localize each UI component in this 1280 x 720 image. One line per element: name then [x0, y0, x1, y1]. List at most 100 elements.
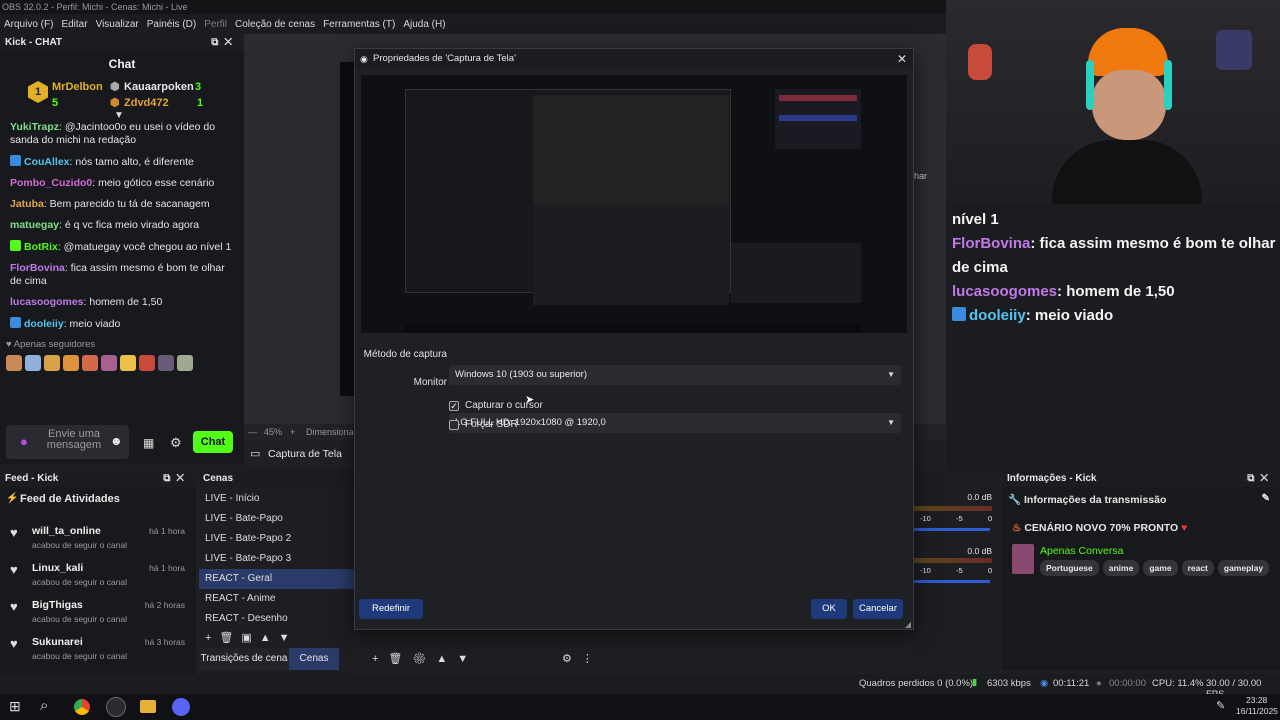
store-icon[interactable]: ▦ — [143, 436, 154, 450]
network-icon[interactable]: ✎ — [1216, 699, 1225, 712]
dock-controls[interactable]: ⧉✕ — [211, 34, 238, 51]
chat-username[interactable]: CouAllex — [24, 156, 70, 168]
sources-toolbar[interactable]: +🗑⚙▲▼ — [372, 652, 478, 665]
nested-preview — [405, 323, 861, 333]
mic-icon[interactable]: ● — [20, 434, 28, 449]
ok-button[interactable]: OK — [811, 599, 847, 619]
obs-icon[interactable] — [106, 697, 126, 717]
emote-icon[interactable] — [6, 355, 22, 371]
menu-editar[interactable]: Editar — [57, 19, 91, 30]
force-sdr-checkbox[interactable] — [449, 419, 459, 430]
scene-item[interactable]: LIVE - Início — [199, 489, 354, 509]
chrome-icon[interactable] — [74, 699, 90, 715]
volume-slider[interactable] — [914, 580, 990, 583]
menu-perfil[interactable]: Perfil — [200, 19, 231, 30]
chat-input[interactable]: ● Envie uma mensagem ☻ — [6, 425, 129, 459]
chat-dock-header: Kick - CHAT — [5, 37, 63, 48]
resize-grip-icon[interactable]: ◢ — [905, 620, 911, 629]
emote-icon[interactable] — [120, 355, 136, 371]
chat-username[interactable]: Jatuba — [10, 198, 44, 210]
menu-ajuda[interactable]: Ajuda (H) — [399, 19, 449, 30]
windows-start-icon[interactable]: ⊞ — [9, 698, 21, 715]
feed-title: Feed de Atividades — [20, 493, 120, 505]
minus-icon[interactable]: — — [248, 424, 257, 440]
scene-item[interactable]: LIVE - Bate-Papo — [199, 509, 354, 529]
mixer-toolbar[interactable]: ⚙⋮ — [562, 652, 603, 665]
volume-slider[interactable] — [914, 528, 990, 531]
chat-username[interactable]: FlorBovina — [10, 262, 65, 274]
scene-item[interactable]: REACT - Anime — [199, 589, 354, 609]
scene-toolbar[interactable]: +🗑▣▲▼ — [199, 629, 354, 644]
scene-item[interactable]: LIVE - Bate-Papo 3 — [199, 549, 354, 569]
chat-username[interactable]: dooleiiy — [24, 318, 64, 330]
category-name[interactable]: Apenas Conversa — [1040, 545, 1123, 557]
signal-icon: ▮ — [972, 677, 978, 688]
chat-username[interactable]: lucasoogomes — [10, 296, 84, 308]
close-icon[interactable]: ✕ — [897, 49, 907, 69]
chat-username[interactable]: Pombo_Cuzido0 — [10, 177, 92, 189]
badge-icon — [10, 155, 21, 166]
emote-icon[interactable] — [44, 355, 60, 371]
feed-item[interactable]: ♥ BigThigas acabou de seguir o canal há 2 h… — [0, 589, 196, 625]
leader-third-name: Zdvd472 — [124, 97, 169, 109]
clock-date[interactable]: 16/11/2025 — [1236, 706, 1278, 716]
monitor-label: Monitor — [413, 377, 447, 388]
capture-cursor-checkbox[interactable]: ✓ — [449, 400, 459, 411]
chat-username[interactable]: matuegay — [10, 219, 59, 231]
force-sdr-row[interactable]: Forçar SDR — [449, 419, 518, 430]
clock-time[interactable]: 23:28 — [1246, 695, 1267, 705]
emote-icon[interactable] — [139, 355, 155, 371]
method-label-wrap: Método de captura — [361, 349, 447, 360]
overlay-message: lucasoogomes: homem de 1,50 — [946, 280, 1280, 304]
status-bar: Quadros perdidos 0 (0.0%) ▮ 6303 kbps ◉ … — [0, 674, 1280, 700]
overlay-username: lucasoogomes — [952, 283, 1058, 300]
plus-icon[interactable]: + — [290, 424, 295, 440]
emote-icon[interactable] — [25, 355, 41, 371]
discord-icon[interactable] — [172, 698, 190, 716]
emote-icon[interactable] — [63, 355, 79, 371]
emote-icon[interactable] — [82, 355, 98, 371]
search-icon[interactable]: ⌕ — [40, 697, 48, 714]
emote-icon[interactable] — [177, 355, 193, 371]
dock-controls[interactable]: ⧉✕ — [163, 470, 190, 487]
scene-item[interactable]: REACT - Geral — [199, 569, 354, 589]
emoji-icon[interactable]: ☻ — [110, 434, 123, 448]
chat-leaderboard: 1 MrDelbon 5 ⬢ Kauaarpoken 3 ⬢ Zdvd472 1… — [0, 77, 244, 121]
feed-item[interactable]: ♥ will_ta_online acabou de seguir o canal h… — [0, 515, 196, 551]
figure-decor — [1216, 30, 1252, 70]
chat-username[interactable]: BotRix — [24, 241, 58, 253]
properties-dialog: ◉ Propriedades de 'Captura de Tela' ✕ Méto… — [354, 48, 914, 630]
scene-item[interactable]: LIVE - Bate-Papo 2 — [199, 529, 354, 549]
tab-scenes[interactable]: Cenas — [289, 648, 339, 670]
edit-icon[interactable]: ✎ — [1262, 493, 1270, 504]
chat-username[interactable]: YukiTrapz — [10, 121, 59, 133]
method-value: Windows 10 (1903 ou superior) — [455, 369, 588, 380]
feed-item[interactable]: ♥ Sukunarei acabou de seguir o canal há 3 h… — [0, 626, 196, 662]
overlay-text: : meio viado — [1025, 307, 1114, 324]
gear-icon[interactable]: ⚙ — [170, 435, 182, 451]
menu-arquivo[interactable]: Arquivo (F) — [0, 19, 57, 30]
emote-icon[interactable] — [158, 355, 174, 371]
menu-ferramentas[interactable]: Ferramentas (T) — [319, 19, 399, 30]
menu-paineis[interactable]: Painéis (D) — [143, 19, 200, 30]
scene-item[interactable]: REACT - Desenho — [199, 609, 354, 629]
overlay-chat: nível 1 FlorBovina: fica assim mesmo é bo… — [946, 204, 1280, 470]
reset-button[interactable]: Redefinir — [359, 599, 423, 619]
monitor-label-wrap: Monitor — [361, 377, 447, 388]
feed-item[interactable]: ♥ Linux_kali acabou de seguir o canal há 1 … — [0, 552, 196, 588]
chat-text: : Bem parecido tu tá de sacanagem — [43, 198, 210, 210]
expand-icon[interactable]: ▼ — [114, 110, 124, 121]
emote-icon[interactable] — [101, 355, 117, 371]
folder-icon[interactable] — [140, 700, 156, 713]
menu-colecao[interactable]: Coleção de cenas — [231, 19, 319, 30]
chat-send-button[interactable]: Chat — [193, 431, 233, 453]
monitor-icon: ▭ — [250, 448, 261, 460]
dock-controls[interactable]: ⧉✕ — [1247, 470, 1274, 487]
menu-visualizar[interactable]: Visualizar — [92, 19, 143, 30]
method-select[interactable]: Windows 10 (1903 ou superior) ▼ — [449, 365, 901, 385]
tab-transitions[interactable]: Transições de cena — [199, 648, 289, 670]
volume-meter — [914, 558, 992, 563]
feed-list: ♥ will_ta_online acabou de seguir o canal h… — [0, 515, 196, 662]
cancel-button[interactable]: Cancelar — [853, 599, 903, 619]
rec-icon: ● — [1096, 678, 1102, 689]
